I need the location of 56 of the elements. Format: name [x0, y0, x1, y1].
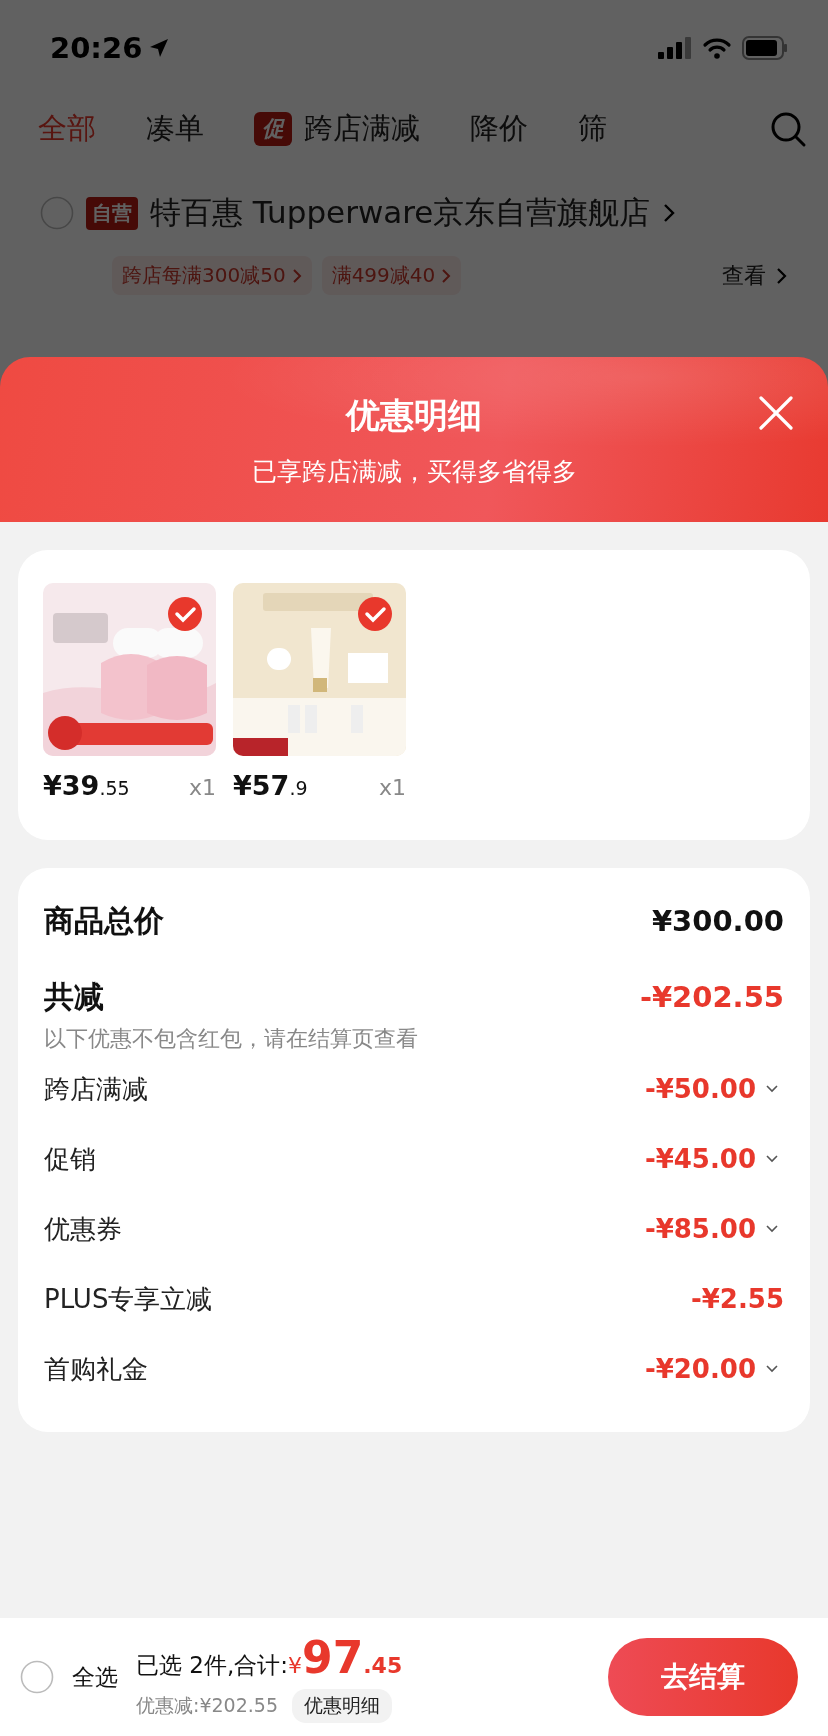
wifi-icon — [702, 37, 732, 59]
filter-tab[interactable]: 跨店满减 — [304, 109, 420, 149]
discount-note: 以下优惠不包含红包，请在结算页查看 — [44, 1025, 419, 1053]
chevron-down-icon[interactable] — [766, 1085, 778, 1093]
discount-item-value: -¥20.00 — [644, 1354, 756, 1384]
store-name[interactable]: 特百惠 Tupperware京东自营旗舰店 — [150, 192, 651, 234]
product-price: ¥39.55 — [43, 770, 130, 801]
chevron-right-icon — [291, 267, 302, 284]
details-button[interactable]: 优惠明细 — [292, 1688, 392, 1723]
promo-chip[interactable]: 跨店每满300减50 — [112, 256, 312, 295]
signal-icon — [658, 37, 692, 59]
discount-item-value: -¥50.00 — [644, 1074, 756, 1104]
discount-label: 共减 — [44, 977, 104, 1016]
view-link[interactable]: 查看 — [722, 260, 788, 291]
discount-item-label: 优惠券 — [44, 1212, 122, 1246]
discount-item-label: 促销 — [44, 1142, 96, 1176]
selected-count-label: 已选 2件,合计: — [136, 1650, 288, 1680]
filter-tab[interactable]: 筛 — [578, 109, 607, 149]
product-price: ¥57.9 — [233, 770, 308, 801]
check-icon[interactable] — [168, 597, 202, 631]
quantity: x1 — [188, 775, 216, 800]
location-arrow-icon — [148, 37, 171, 59]
self-operated-tag: 自营 — [86, 196, 138, 230]
discount-item-value: -¥45.00 — [644, 1144, 756, 1174]
sheet-title: 优惠明细 — [346, 394, 482, 437]
checkout-button[interactable]: 去结算 — [608, 1638, 798, 1716]
filter-tab[interactable]: 降价 — [470, 109, 528, 149]
check-icon[interactable] — [358, 597, 392, 631]
discount-item-label: 跨店满减 — [44, 1072, 148, 1106]
chevron-down-icon[interactable] — [766, 1225, 778, 1233]
store-checkbox[interactable] — [40, 196, 74, 230]
chevron-right-icon — [441, 267, 452, 284]
quantity: x1 — [378, 775, 406, 800]
discount-value: -¥202.55 — [639, 980, 784, 1014]
chevron-right-icon — [662, 202, 677, 224]
battery-icon — [742, 36, 788, 60]
promo-chip[interactable]: 满499减40 — [321, 256, 462, 295]
total-label: 商品总价 — [44, 901, 164, 940]
chevron-down-icon[interactable] — [766, 1365, 778, 1373]
chevron-down-icon[interactable] — [766, 1155, 778, 1163]
total-price: ¥97.45 — [288, 1631, 403, 1683]
discount-item-value: -¥85.00 — [644, 1214, 756, 1244]
close-icon[interactable] — [758, 395, 794, 431]
select-all-checkbox[interactable] — [20, 1660, 54, 1694]
promo-badge: 促 — [254, 112, 292, 146]
discount-item-value: -¥2.55 — [690, 1284, 784, 1314]
discount-item-label: PLUS专享立减 — [44, 1282, 213, 1316]
total-value: ¥300.00 — [651, 904, 784, 938]
chevron-right-icon — [776, 266, 788, 285]
filter-tab[interactable]: 凑单 — [146, 109, 204, 149]
sheet-subtitle: 已享跨店满减，买得多省得多 — [251, 456, 577, 488]
status-time: 20:26 — [50, 31, 143, 65]
discount-item-label: 首购礼金 — [44, 1352, 148, 1386]
saved-amount: 优惠减:¥202.55 — [136, 1692, 278, 1718]
select-all-label[interactable]: 全选 — [72, 1661, 118, 1693]
filter-tab[interactable]: 全部 — [38, 109, 96, 149]
